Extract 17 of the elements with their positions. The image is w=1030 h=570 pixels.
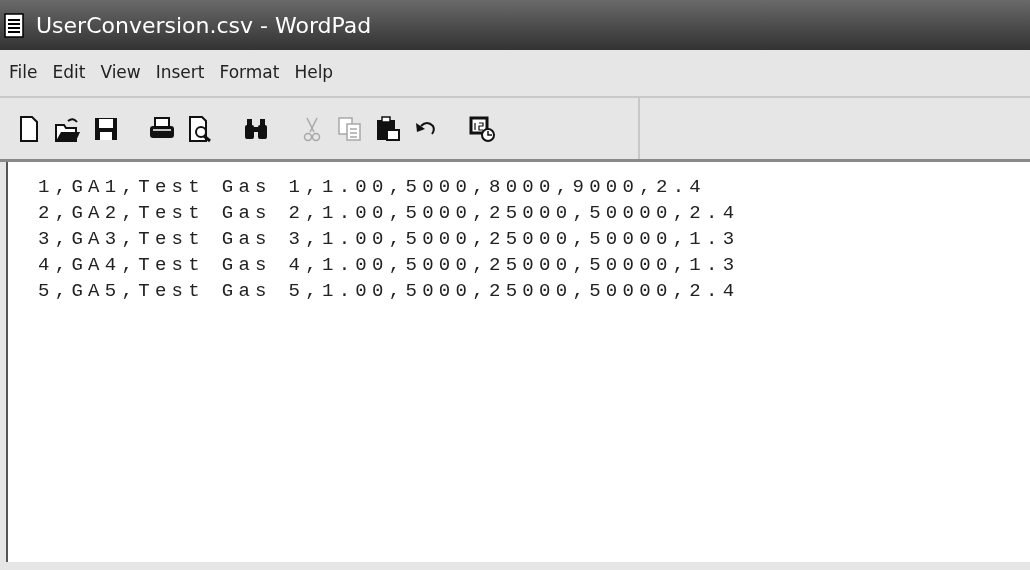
- notepad-icon: [4, 12, 24, 38]
- menu-item[interactable]: File: [2, 60, 45, 86]
- text-line: 1,GA1,Test Gas 1,1.00,5000,8000,9000,2.4: [38, 175, 707, 200]
- menu-item[interactable]: Help: [287, 60, 341, 86]
- text-line: 5,GA5,Test Gas 5,1.00,5000,25000,50000,2.4: [38, 279, 740, 304]
- calendar-clock-icon[interactable]: [468, 114, 496, 143]
- menu-item[interactable]: Edit: [45, 60, 93, 86]
- window-title: UserConversion.csv - WordPad: [36, 11, 372, 40]
- text-line: 4,GA4,Test Gas 4,1.00,5000,25000,50000,1.3: [38, 253, 740, 278]
- clipboard-icon[interactable]: [374, 114, 402, 143]
- document-area[interactable]: [6, 162, 1030, 562]
- menu-item[interactable]: Insert: [148, 60, 212, 86]
- menu-item[interactable]: View: [93, 60, 148, 86]
- text-line: 2,GA2,Test Gas 2,1.00,5000,25000,50000,2.4: [38, 201, 740, 226]
- magnifier-page-icon[interactable]: [186, 114, 214, 143]
- text-line: 3,GA3,Test Gas 3,1.00,5000,25000,50000,1.3: [38, 227, 740, 252]
- menu-item[interactable]: Format: [212, 60, 287, 86]
